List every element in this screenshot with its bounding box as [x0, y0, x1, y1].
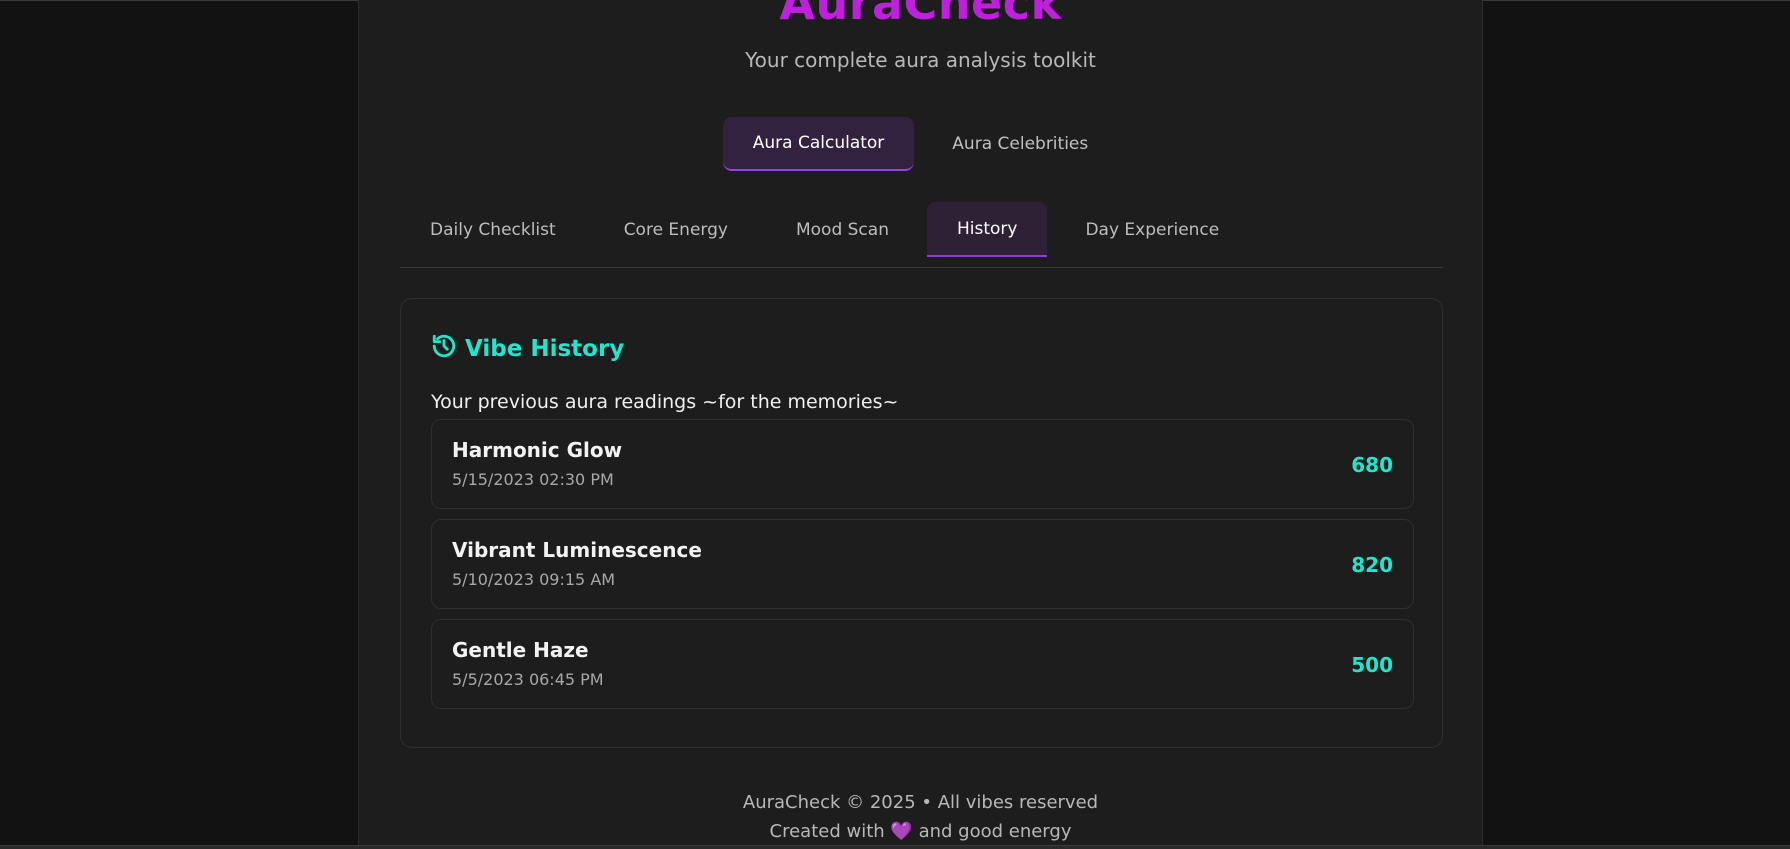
reading-score: 820	[1351, 553, 1393, 577]
vibe-history-description: Your previous aura readings ~for the mem…	[431, 391, 899, 413]
tab-core-energy[interactable]: Core Energy	[594, 202, 758, 257]
window-bottom-border	[0, 845, 1790, 849]
tab-day-experience[interactable]: Day Experience	[1055, 202, 1249, 257]
vibe-history-heading: Vibe History	[431, 333, 624, 365]
tab-mood-scan[interactable]: Mood Scan	[766, 202, 919, 257]
sub-tabs: Daily Checklist Core Energy Mood Scan Hi…	[400, 202, 1443, 268]
vibe-history-title: Vibe History	[465, 336, 625, 362]
footer-credit: Created with 💜 and good energy	[359, 821, 1482, 842]
readings-list: Harmonic Glow 5/15/2023 02:30 PM 680 Vib…	[431, 419, 1414, 719]
reading-date: 5/10/2023 09:15 AM	[452, 570, 616, 589]
page-container: AuraCheck Your complete aura analysis to…	[358, 0, 1483, 849]
footer-credit-suffix: and good energy	[918, 821, 1072, 842]
tab-daily-checklist[interactable]: Daily Checklist	[400, 202, 586, 257]
list-item[interactable]: Harmonic Glow 5/15/2023 02:30 PM 680	[431, 419, 1414, 509]
list-item[interactable]: Gentle Haze 5/5/2023 06:45 PM 500	[431, 619, 1414, 709]
heart-icon: 💜	[890, 821, 913, 842]
reading-date: 5/5/2023 06:45 PM	[452, 670, 604, 689]
vibe-history-card: Vibe History Your previous aura readings…	[400, 298, 1443, 748]
app-logo: AuraCheck	[779, 0, 1062, 30]
reading-score: 500	[1351, 653, 1393, 677]
footer-copyright: AuraCheck © 2025 • All vibes reserved	[742, 792, 1099, 813]
footer-credit-prefix: Created with	[769, 821, 885, 842]
app-subtitle: Your complete aura analysis toolkit	[745, 48, 1096, 72]
reading-name: Harmonic Glow	[452, 438, 623, 462]
tab-aura-calculator[interactable]: Aura Calculator	[722, 117, 915, 171]
history-icon	[431, 333, 457, 365]
list-item[interactable]: Vibrant Luminescence 5/10/2023 09:15 AM …	[431, 519, 1414, 609]
tab-aura-celebrities[interactable]: Aura Celebrities	[922, 117, 1118, 171]
reading-date: 5/15/2023 02:30 PM	[452, 470, 614, 489]
reading-score: 680	[1351, 453, 1393, 477]
tab-history[interactable]: History	[926, 202, 1048, 257]
reading-name: Gentle Haze	[452, 638, 589, 662]
reading-name: Vibrant Luminescence	[452, 538, 702, 562]
main-tabs: Aura Calculator Aura Celebrities	[359, 117, 1482, 171]
